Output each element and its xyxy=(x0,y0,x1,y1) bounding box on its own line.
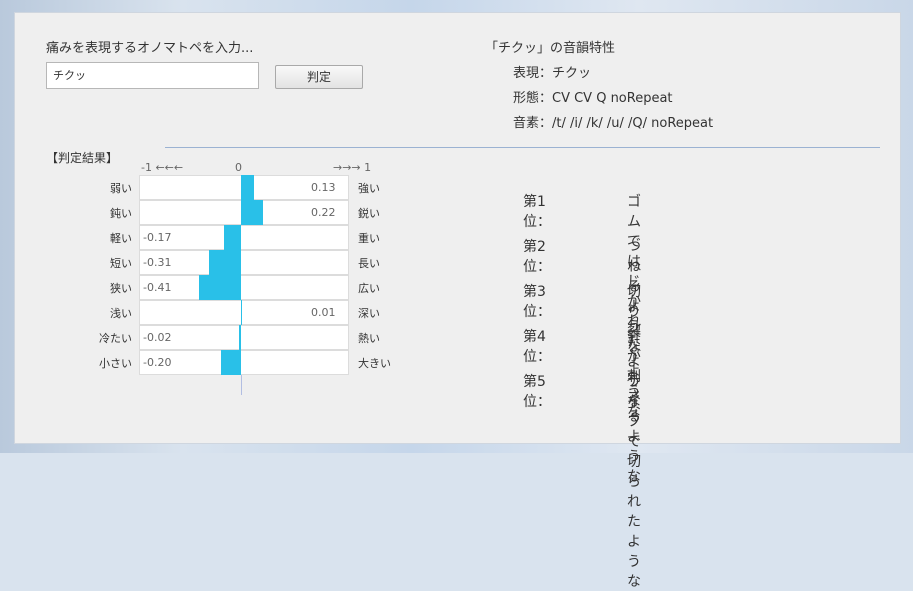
properties-expression: 表現：チクッ xyxy=(513,66,592,81)
chart-bar xyxy=(241,200,264,225)
chart-value: -0.31 xyxy=(143,256,172,269)
chart-right-label: 強い xyxy=(358,182,380,195)
main-panel: 痛みを表現するオノマトペを入力... チクッ 判定 「チクッ」の音韻特性 表現：… xyxy=(14,12,901,590)
results-title: 【判定結果】 xyxy=(46,151,119,165)
axis-negative-label: -1 ←←← xyxy=(141,161,184,174)
ranking-text: ナイフで切られたような xyxy=(627,374,641,590)
axis-zero-label: 0 xyxy=(235,161,242,174)
phonetic-properties: 「チクッ」の音韻特性 表現：チクッ 形態：CV CV Q noRepeat 音素… xyxy=(485,37,713,137)
chart-bar xyxy=(238,325,241,350)
chart-bar xyxy=(199,275,241,300)
ranking-label: 第5位： xyxy=(523,374,551,410)
axis-positive-label: →→→ 1 xyxy=(333,161,372,174)
input-prompt: 痛みを表現するオノマトペを入力... xyxy=(46,41,254,56)
properties-phoneme: 音素：/t/ /i/ /k/ /u/ /Q/ noRepeat xyxy=(513,116,714,131)
properties-title: 「チクッ」の音韻特性 xyxy=(485,41,616,56)
chart-left-label: 小さい xyxy=(99,357,132,370)
chart-right-label: 鋭い xyxy=(358,207,380,220)
impression-chart: 0.13 0.22 -0.17 -0.31 -0.41 0.01 -0.02 -0.20 xyxy=(139,175,349,395)
chart-left-label: 浅い xyxy=(110,307,132,320)
chart-value: 0.13 xyxy=(311,181,336,194)
chart-right-label: 長い xyxy=(358,257,380,270)
chart-bar xyxy=(241,175,255,200)
ranking-label: 第3位： xyxy=(523,284,551,320)
chart-left-label: 軽い xyxy=(110,232,132,245)
chart-bar xyxy=(220,350,241,375)
chart-value: -0.17 xyxy=(143,231,172,244)
chart-left-label: 狭い xyxy=(110,282,132,295)
chart-right-label: 重い xyxy=(358,232,380,245)
properties-form: 形態：CV CV Q noRepeat xyxy=(513,91,673,106)
chart-right-label: 深い xyxy=(358,307,380,320)
chart-bar xyxy=(223,225,241,250)
ranking-label: 第2位： xyxy=(523,239,551,275)
chart-right-label: 熱い xyxy=(358,332,380,345)
chart-bar xyxy=(209,250,241,275)
ranking-label: 第1位： xyxy=(523,194,551,230)
chart-right-label: 大きい xyxy=(358,357,391,370)
chart-value: -0.41 xyxy=(143,281,172,294)
chart-left-label: 鈍い xyxy=(110,207,132,220)
results-divider xyxy=(165,147,880,148)
chart-value: -0.02 xyxy=(143,331,172,344)
chart-left-label: 冷たい xyxy=(99,332,132,345)
judge-button[interactable]: 判定 xyxy=(275,65,363,89)
chart-value: 0.22 xyxy=(311,206,336,219)
chart-bar xyxy=(241,300,243,325)
chart-value: 0.01 xyxy=(311,306,336,319)
chart-right-label: 広い xyxy=(358,282,380,295)
ranking-label: 第4位： xyxy=(523,329,551,365)
onomatopoeia-input[interactable]: チクッ xyxy=(46,62,259,89)
chart-left-label: 弱い xyxy=(110,182,132,195)
chart-value: -0.20 xyxy=(143,356,172,369)
chart-left-label: 短い xyxy=(110,257,132,270)
